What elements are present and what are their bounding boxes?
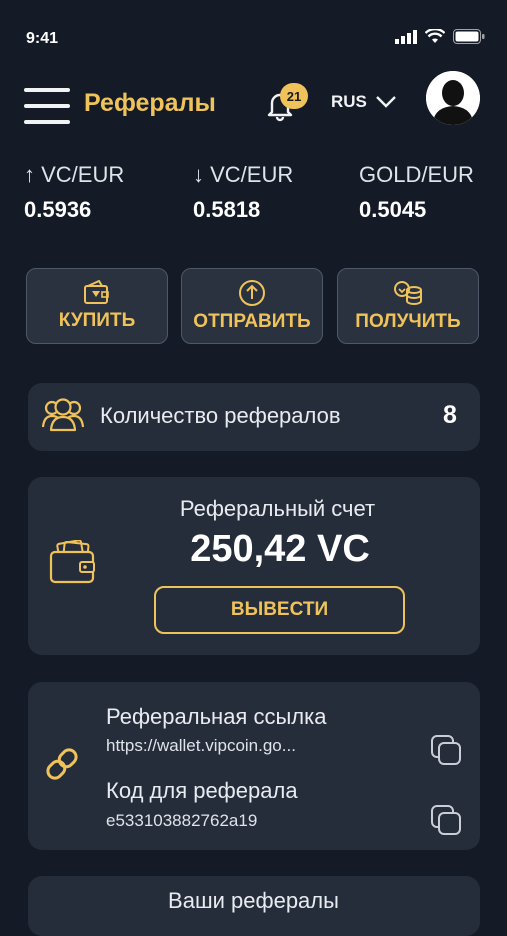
referral-code-title: Код для реферала [106, 778, 298, 803]
send-label: ОТПРАВИТЬ [193, 311, 311, 332]
send-button[interactable]: ОТПРАВИТЬ [181, 268, 323, 344]
coins-icon [394, 281, 422, 305]
status-icons [395, 29, 485, 44]
wallet-buy-icon [84, 280, 109, 304]
referral-count-label: Количество рефералов [100, 403, 341, 428]
users-icon [41, 398, 85, 432]
menu-icon-line [24, 104, 70, 108]
withdraw-button[interactable]: ВЫВЕСТИ [154, 586, 405, 634]
page-title: Рефералы [84, 89, 216, 117]
receive-label: ПОЛУЧИТЬ [355, 311, 461, 332]
rate-value: 0.5818 [193, 197, 261, 222]
arrow-up-circle-icon [239, 280, 265, 306]
rate-value: 0.5045 [359, 197, 427, 222]
rate-vc-eur-up: ↑ VC/EUR 0.5936 [24, 162, 124, 223]
signal-icon [395, 29, 417, 44]
referral-link-title: Реферальная ссылка [106, 704, 327, 729]
user-silhouette-icon [426, 71, 480, 125]
battery-icon [453, 29, 485, 44]
rate-value: 0.5936 [24, 197, 92, 222]
wifi-icon [425, 29, 445, 43]
rate-gold-eur: GOLD/EUR 0.5045 [359, 162, 474, 223]
referral-count-value: 8 [443, 401, 457, 429]
rate-label: GOLD/EUR [359, 162, 474, 187]
chevron-down-icon [376, 96, 396, 108]
receive-button[interactable]: ПОЛУЧИТЬ [337, 268, 479, 344]
referral-account-title: Реферальный счет [179, 496, 376, 521]
your-referrals-title: Ваши рефералы [168, 888, 339, 913]
copy-link-icon[interactable] [430, 734, 462, 766]
notification-badge: 21 [280, 83, 308, 109]
rate-label: ↓ VC/EUR [193, 162, 294, 187]
copy-code-icon[interactable] [430, 804, 462, 836]
menu-button[interactable] [24, 88, 70, 124]
link-icon [46, 748, 78, 780]
rate-vc-eur-down: ↓ VC/EUR 0.5818 [193, 162, 293, 223]
language-label: RUS [331, 92, 367, 111]
referral-code-value[interactable]: e533103882762a19 [106, 811, 257, 831]
buy-label: КУПИТЬ [58, 310, 136, 331]
menu-icon-line [24, 120, 70, 124]
buy-button[interactable]: КУПИТЬ [26, 268, 168, 344]
referral-account-balance: 250,42 VC [190, 528, 370, 570]
language-selector[interactable]: RUS [331, 92, 397, 112]
menu-icon-line [24, 88, 70, 92]
referral-link-url[interactable]: https://wallet.vipcoin.go... [106, 736, 296, 756]
avatar[interactable] [426, 71, 480, 125]
status-time: 9:41 [26, 30, 59, 47]
rate-label: ↑ VC/EUR [24, 162, 125, 187]
